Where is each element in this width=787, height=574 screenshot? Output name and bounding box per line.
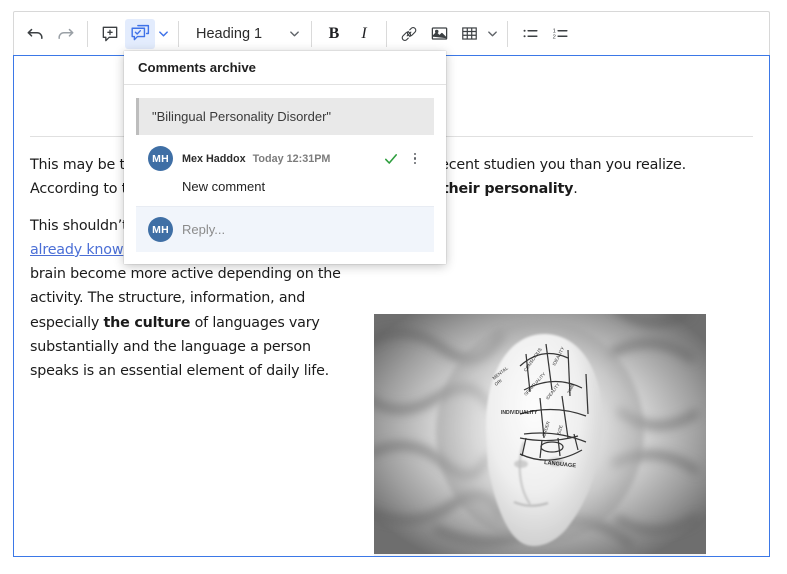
check-icon	[385, 153, 397, 164]
numbered-list-button[interactable]: 1 2	[545, 19, 575, 49]
comment-actions	[383, 150, 422, 168]
avatar: MH	[148, 146, 173, 171]
insert-table-button[interactable]	[454, 19, 484, 49]
bulleted-list-button[interactable]	[515, 19, 545, 49]
comments-panel-body: "Bilingual Personality Disorder" MH Mex …	[124, 85, 446, 264]
numbered-list-icon: 1 2	[552, 28, 568, 40]
p2-bold: the culture	[103, 314, 191, 331]
comments-archive-panel: Comments archive "Bilingual Personality …	[124, 51, 446, 264]
comment-item: MH Mex Haddox Today 12:31PM New comment	[136, 135, 434, 206]
add-comment-button[interactable]	[95, 19, 125, 49]
editor-toolbar: Heading 1 B I 1 2	[13, 11, 770, 55]
comment-check-icon	[130, 24, 149, 41]
comments-panel-title: Comments archive	[138, 60, 256, 75]
redo-button[interactable]	[50, 19, 80, 49]
undo-icon	[27, 28, 43, 40]
chevron-down-icon	[487, 31, 497, 37]
document-figure[interactable]: MENTAL ORI CONSCIOUS IDEALITY SPIRITUALI…	[374, 314, 706, 556]
figure-image[interactable]: MENTAL ORI CONSCIOUS IDEALITY SPIRITUALI…	[374, 314, 706, 554]
toolbar-divider-1	[87, 20, 88, 47]
quoted-text-value: "Bilingual Personality Disorder"	[152, 109, 332, 124]
comment-more-button[interactable]	[408, 150, 422, 168]
chevron-down-icon	[158, 31, 168, 37]
comments-panel-header: Comments archive	[124, 51, 446, 85]
comment-text: New comment	[182, 179, 266, 194]
comment-header: MH Mex Haddox Today 12:31PM	[148, 146, 422, 171]
quoted-text[interactable]: "Bilingual Personality Disorder"	[136, 98, 434, 135]
toolbar-divider-4	[386, 20, 387, 47]
p1-end: .	[573, 181, 578, 198]
insert-link-button[interactable]	[394, 19, 424, 49]
svg-text:1: 1	[552, 28, 555, 34]
heading-style-select[interactable]: Heading 1	[186, 19, 304, 49]
reply-row[interactable]: MH Reply...	[136, 206, 434, 252]
bulleted-list-icon	[523, 29, 538, 38]
bold-button[interactable]: B	[319, 19, 349, 49]
image-icon	[431, 27, 447, 40]
kebab-dot-2	[413, 157, 417, 160]
phrenology-head-photo: MENTAL ORI CONSCIOUS IDEALITY SPIRITUALI…	[374, 314, 706, 554]
link-icon	[401, 26, 417, 41]
toolbar-divider-3	[311, 20, 312, 47]
italic-label: I	[361, 24, 367, 42]
insert-image-button[interactable]	[424, 19, 454, 49]
comment-timestamp: Today 12:31PM	[252, 152, 331, 165]
comments-archive-button[interactable]	[125, 18, 155, 49]
add-comment-icon	[102, 26, 118, 41]
toolbar-divider-5	[507, 20, 508, 47]
comments-archive-caret[interactable]	[155, 19, 171, 49]
svg-text:2: 2	[552, 34, 555, 40]
bold-label: B	[328, 24, 340, 42]
region-label-individuality: INDIVIDUALITY	[501, 410, 538, 416]
kebab-dot-3	[413, 161, 417, 165]
table-icon	[461, 27, 477, 40]
table-options-caret[interactable]	[484, 19, 500, 49]
heading-style-value: Heading 1	[196, 25, 263, 42]
figure-caption: One language, one person.	[374, 554, 706, 556]
chevron-down-icon	[290, 31, 299, 37]
p1-bold: their personality	[441, 181, 574, 198]
reply-input-placeholder[interactable]: Reply...	[182, 222, 225, 237]
resolve-button[interactable]	[383, 151, 399, 167]
comment-thread[interactable]: "Bilingual Personality Disorder" MH Mex …	[136, 98, 434, 252]
redo-icon	[57, 28, 73, 40]
toolbar-divider-2	[178, 20, 179, 47]
reply-avatar: MH	[148, 217, 173, 242]
comment-author: Mex Haddox	[182, 152, 246, 165]
kebab-dot-1	[413, 152, 417, 156]
undo-button[interactable]	[20, 19, 50, 49]
italic-button[interactable]: I	[349, 19, 379, 49]
heading-chevron-wrap	[289, 28, 300, 39]
